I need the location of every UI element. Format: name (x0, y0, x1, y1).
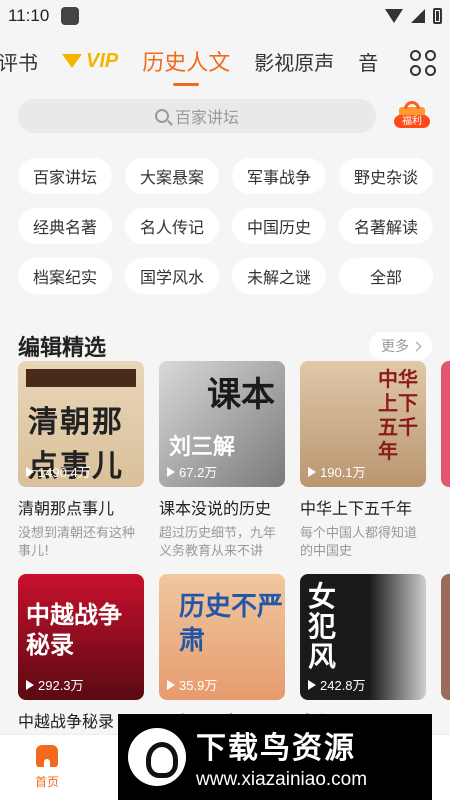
book-title: 清朝那点事儿 (18, 499, 115, 518)
cover-title: 历史不严肃 (179, 592, 284, 656)
home-icon (36, 745, 58, 767)
play-count: 190.1万 (308, 462, 366, 481)
book-card[interactable]: 课本 刘三解 67.2万 课本没说的历史 超过历史细节，九年义务教育从来不讲 (159, 361, 285, 561)
vip-icon (62, 54, 82, 68)
book-row: 中越战争秘录 292.3万 中越战争秘录 历史不严肃 35.9万 历史不严肃 女… (18, 574, 450, 732)
status-bar: 11:10 (0, 0, 450, 32)
chevron-right-icon (411, 341, 422, 351)
book-card-partial[interactable] (441, 361, 450, 487)
status-icons (385, 8, 442, 24)
book-card-partial[interactable] (441, 574, 450, 700)
book-title: 课本没说的历史 (159, 499, 272, 518)
play-count: 292.3万 (26, 675, 84, 694)
play-count: 67.2万 (167, 462, 217, 481)
play-icon (26, 679, 34, 690)
watermark-title: 下载鸟资源 (196, 731, 356, 766)
book-cover: 中越战争秘录 292.3万 (18, 574, 144, 700)
book-card[interactable]: 中越战争秘录 292.3万 中越战争秘录 (18, 574, 144, 732)
cover-title: 女犯风 (308, 580, 337, 673)
book-card[interactable]: 女犯风 242.8万 女犯风云 (300, 574, 426, 732)
book-cover: 女犯风 242.8万 (300, 574, 426, 700)
nav-home[interactable]: 首页 (30, 745, 64, 790)
signal-icon (411, 9, 425, 23)
cover-title: 课本 (207, 375, 275, 415)
search-input[interactable]: 百家讲坛 (18, 99, 376, 133)
category-chip[interactable]: 大案悬案 (125, 158, 219, 194)
gift-icon[interactable]: 福利 (394, 101, 430, 131)
editor-picks-header: 编辑精选 更多 (0, 330, 450, 362)
play-icon (26, 466, 34, 477)
bird-logo-icon (128, 728, 186, 786)
play-count: 242.8万 (308, 675, 366, 694)
more-button[interactable]: 更多 (369, 332, 432, 360)
book-cover: 清朝那点事儿 1490.4万 (18, 361, 144, 487)
tab-vip[interactable]: VIP (50, 50, 130, 73)
tab-history[interactable]: 历史人文 (130, 45, 242, 77)
category-tabs: 评书 VIP 历史人文 影视原声 音 (0, 32, 450, 90)
category-chip[interactable]: 名人传记 (125, 208, 219, 244)
book-cover: 中华上下五千年 190.1万 (300, 361, 426, 487)
play-icon (308, 466, 316, 477)
play-icon (308, 679, 316, 690)
cover-title: 中华上下五千年 (378, 367, 418, 463)
search-icon (154, 109, 169, 123)
book-title: 中华上下五千年 (300, 499, 413, 518)
category-grid: 百家讲坛 大案悬案 军事战争 野史杂谈 经典名著 名人传记 中国历史 名著解读 … (0, 138, 450, 294)
book-card[interactable]: 清朝那点事儿 1490.4万 清朝那点事儿 没想到清朝还有这种事儿! (18, 361, 144, 561)
book-desc: 超过历史细节，九年义务教育从来不讲 (159, 526, 277, 559)
section-title: 编辑精选 (18, 336, 107, 361)
book-desc: 每个中国人都得知道的中国史 (300, 526, 418, 559)
category-chip[interactable]: 百家讲坛 (18, 158, 112, 194)
gift-label: 福利 (394, 115, 430, 128)
category-chip[interactable]: 野史杂谈 (339, 158, 433, 194)
status-time: 11:10 (8, 6, 50, 25)
book-card[interactable]: 历史不严肃 35.9万 历史不严肃 (159, 574, 285, 732)
category-chip[interactable]: 军事战争 (232, 158, 326, 194)
book-cover: 历史不严肃 35.9万 (159, 574, 285, 700)
wifi-icon (385, 9, 403, 23)
tab-vip-label: VIP (86, 49, 119, 72)
tab-film-soundtrack[interactable]: 影视原声 (242, 47, 346, 76)
category-chip[interactable]: 未解之谜 (232, 258, 326, 294)
book-row: 清朝那点事儿 1490.4万 清朝那点事儿 没想到清朝还有这种事儿! 课本 刘三… (18, 361, 450, 561)
nav-home-label: 首页 (34, 775, 59, 789)
notification-icon (61, 7, 80, 25)
book-cover: 课本 刘三解 67.2万 (159, 361, 285, 487)
battery-icon (433, 8, 442, 24)
category-chip[interactable]: 档案纪实 (18, 258, 112, 294)
play-icon (167, 679, 175, 690)
more-label: 更多 (381, 339, 409, 355)
play-count: 1490.4万 (26, 462, 91, 481)
book-desc: 没想到清朝还有这种事儿! (18, 526, 136, 559)
play-count: 35.9万 (167, 675, 217, 694)
cover-title: 中越战争秘录 (26, 600, 122, 659)
cover-author: 刘三解 (169, 434, 236, 460)
all-categories-icon[interactable] (410, 50, 436, 76)
tab-pingshu[interactable]: 评书 (0, 47, 50, 76)
watermark-url: www.xiazainiao.com (196, 769, 368, 790)
book-card[interactable]: 中华上下五千年 190.1万 中华上下五千年 每个中国人都得知道的中国史 (300, 361, 426, 561)
play-icon (167, 466, 175, 477)
search-placeholder: 百家讲坛 (174, 108, 239, 127)
category-chip[interactable]: 国学风水 (125, 258, 219, 294)
category-chip-all[interactable]: 全部 (339, 258, 433, 294)
tab-partial[interactable]: 音 (346, 47, 378, 76)
watermark-banner: 下载鸟资源 www.xiazainiao.com (118, 714, 432, 800)
category-chip[interactable]: 名著解读 (339, 208, 433, 244)
category-chip[interactable]: 中国历史 (232, 208, 326, 244)
search-row: 百家讲坛 福利 (0, 94, 450, 138)
category-chip[interactable]: 经典名著 (18, 208, 112, 244)
